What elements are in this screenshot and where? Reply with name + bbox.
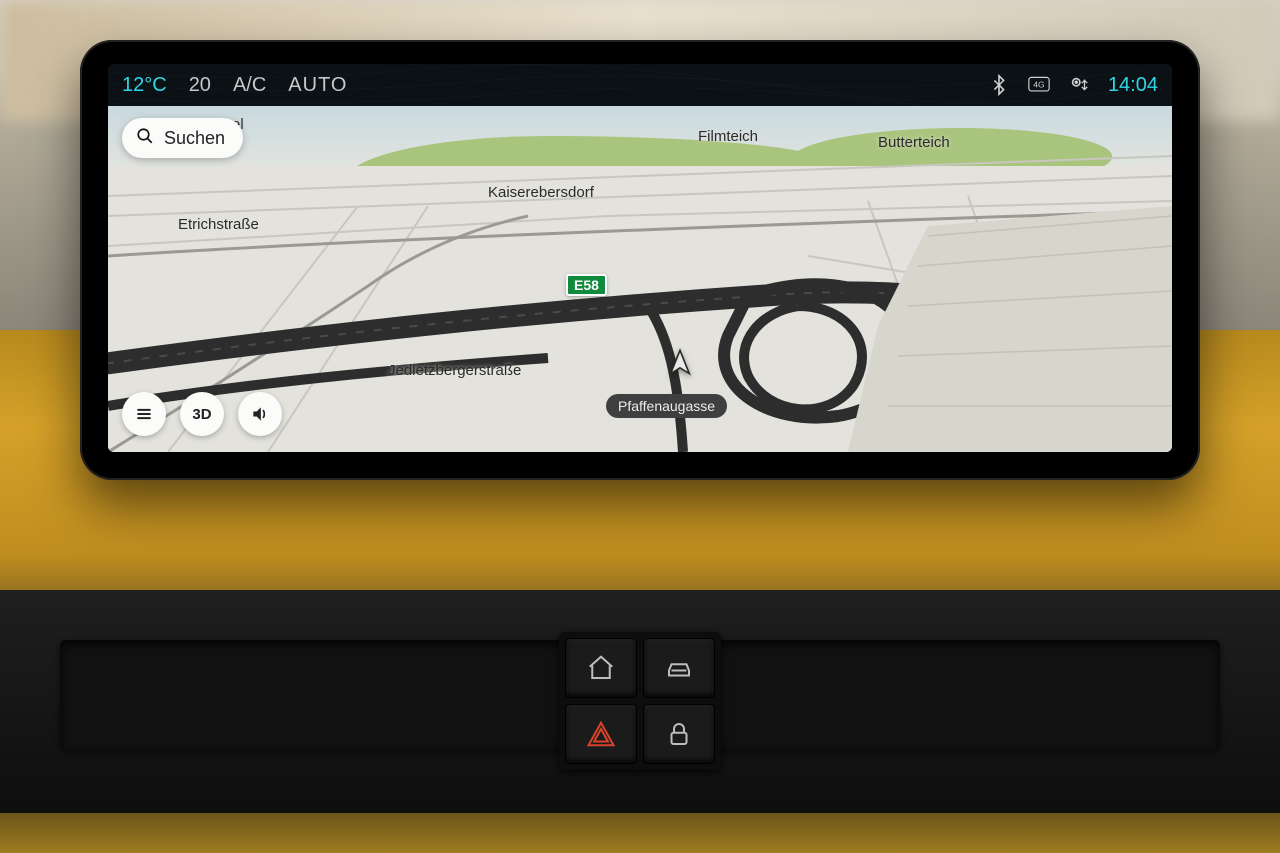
map-label-kaiserebersdorf: Kaiserebersdorf — [488, 184, 594, 201]
infotainment-housing: 12°C 20 A/C AUTO 4G 14:04 — [80, 40, 1200, 480]
map-control-cluster: 3D — [122, 392, 282, 436]
navigation-map[interactable]: el Filmteich Butterteich Kaiserebersdorf… — [108, 106, 1172, 452]
route-badge-e58: E58 — [566, 274, 607, 296]
center-console-buttons — [559, 632, 721, 770]
dashboard-lower-trim — [0, 813, 1280, 853]
infotainment-screen: 12°C 20 A/C AUTO 4G 14:04 — [108, 64, 1172, 452]
gps-updown-icon[interactable] — [1068, 74, 1090, 96]
home-physical-button[interactable] — [565, 638, 637, 698]
network-4g-icon[interactable]: 4G — [1028, 74, 1050, 96]
vehicle-physical-button[interactable] — [643, 638, 715, 698]
vehicle-position-cursor — [666, 348, 694, 376]
outside-temperature[interactable]: 12°C — [122, 74, 167, 97]
statusbar-right-cluster: 4G 14:04 — [988, 74, 1158, 97]
map-label-butterteich: Butterteich — [878, 134, 950, 151]
voice-guidance-button[interactable] — [238, 392, 282, 436]
hazard-physical-button[interactable] — [565, 704, 637, 764]
search-icon — [136, 127, 154, 150]
statusbar-left-cluster: 12°C 20 A/C AUTO — [122, 74, 347, 97]
view-mode-label: 3D — [192, 406, 211, 423]
map-label-filmteich: Filmteich — [698, 128, 758, 145]
search-label: Suchen — [164, 128, 225, 149]
clock[interactable]: 14:04 — [1108, 74, 1158, 97]
current-street-pill: Pfaffenaugasse — [606, 394, 727, 418]
map-view-3d-button[interactable]: 3D — [180, 392, 224, 436]
ac-toggle[interactable]: A/C — [233, 74, 266, 97]
map-label-jedletzbergerstrasse: Jedletzbergerstraße — [388, 362, 521, 379]
lock-physical-button[interactable] — [643, 704, 715, 764]
fan-speed[interactable]: 20 — [189, 74, 211, 97]
bluetooth-icon[interactable] — [988, 74, 1010, 96]
search-button[interactable]: Suchen — [122, 118, 243, 158]
map-label-etrichstrasse: Etrichstraße — [178, 216, 259, 233]
svg-text:4G: 4G — [1033, 80, 1044, 90]
climate-mode[interactable]: AUTO — [288, 74, 347, 97]
scene-root: 12°C 20 A/C AUTO 4G 14:04 — [0, 0, 1280, 853]
status-bar: 12°C 20 A/C AUTO 4G 14:04 — [108, 64, 1172, 106]
map-menu-button[interactable] — [122, 392, 166, 436]
